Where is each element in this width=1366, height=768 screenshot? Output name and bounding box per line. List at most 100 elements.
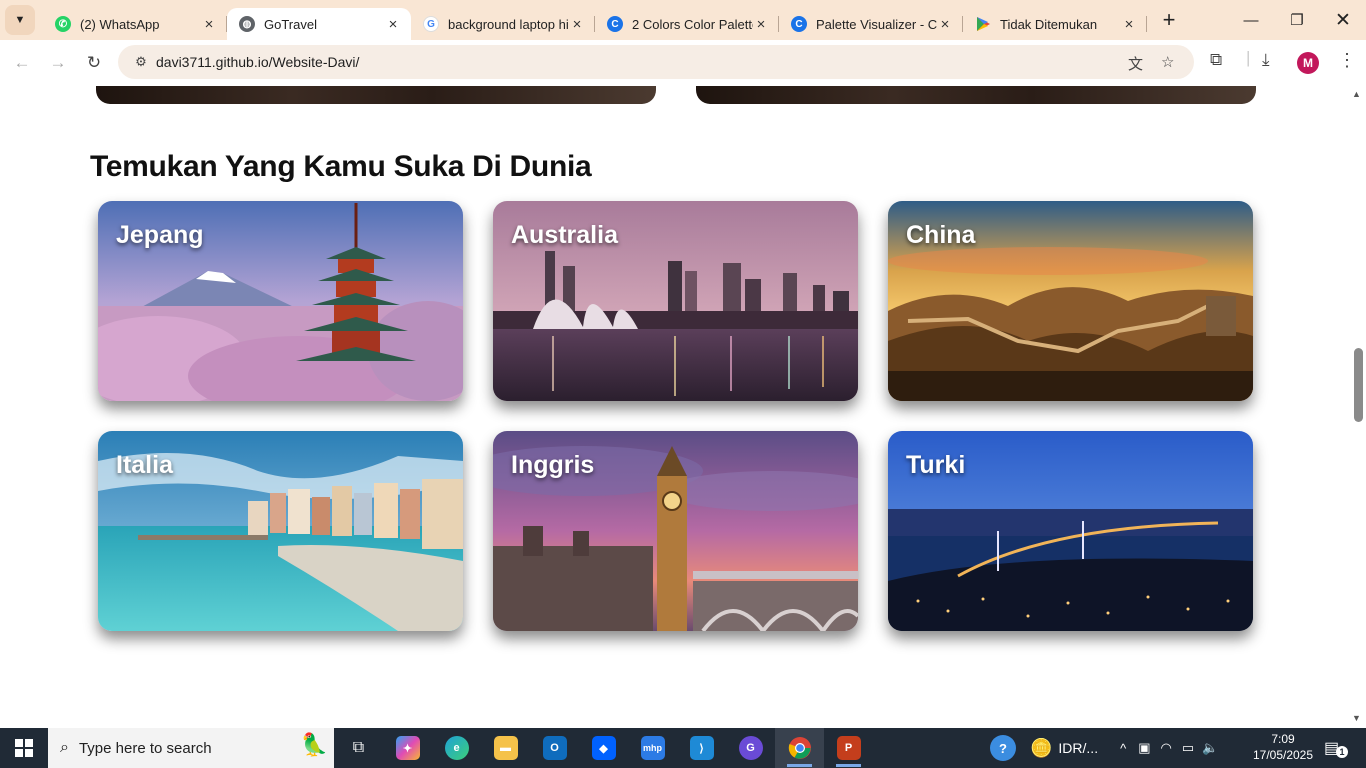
avatar[interactable]: M <box>1297 52 1319 74</box>
url-text[interactable]: davi3711.github.io/Website-Davi/ <box>156 54 359 70</box>
reload-icon: ↻ <box>86 53 102 72</box>
previous-section-image <box>96 86 656 104</box>
site-info-icon[interactable]: ⚙ <box>126 54 156 70</box>
clock-date: 17/05/2025 <box>1252 748 1314 762</box>
chrome-button[interactable] <box>775 728 824 768</box>
destination-label: Turki <box>906 451 966 479</box>
download-icon[interactable]: ⤓ <box>1262 50 1270 70</box>
destination-card-australia[interactable]: Australia <box>493 201 858 401</box>
currency-coins-icon: 🪙 <box>1030 737 1053 758</box>
powerpoint-button[interactable]: P <box>824 728 873 768</box>
scrollbar-thumb[interactable] <box>1354 348 1363 422</box>
help-icon[interactable]: ? <box>990 735 1016 761</box>
previous-section-image <box>696 86 1256 104</box>
scroll-up-icon[interactable]: ▲ <box>1352 89 1361 99</box>
destination-label: China <box>906 221 976 249</box>
folder-icon: ▬ <box>493 736 518 760</box>
destination-card-china[interactable]: China <box>888 201 1253 401</box>
close-icon[interactable]: × <box>201 16 217 33</box>
bookmark-star-icon[interactable]: ☆ <box>1161 53 1174 71</box>
search-icon: ⌕ <box>60 739 69 756</box>
plus-icon: + <box>1162 7 1176 32</box>
battery-icon[interactable]: ▭ <box>1182 740 1194 756</box>
destination-card-italia[interactable]: Italia <box>98 431 463 631</box>
play-icon <box>975 16 991 32</box>
close-window-button[interactable]: ✕ <box>1320 0 1366 40</box>
tab-background-laptop[interactable]: G background laptop hi × <box>411 8 595 40</box>
tab-title: 2 Colors Color Palette <box>632 16 753 32</box>
start-button[interactable] <box>0 728 48 768</box>
close-icon[interactable]: × <box>385 16 401 33</box>
close-icon[interactable]: × <box>1121 16 1137 33</box>
edge-button[interactable]: e <box>432 728 481 768</box>
destination-label: Italia <box>116 451 173 479</box>
destination-label: Inggris <box>511 451 595 479</box>
tab-whatsapp[interactable]: ✆ (2) WhatsApp × <box>43 8 227 40</box>
tab-title: (2) WhatsApp <box>80 16 160 32</box>
close-icon[interactable]: × <box>753 16 769 33</box>
whatsapp-icon: ✆ <box>55 16 71 32</box>
search-placeholder: Type here to search <box>78 739 212 757</box>
windows-icon <box>15 739 33 757</box>
copilot-button[interactable]: ✦ <box>383 728 432 768</box>
arrow-right-icon: → <box>49 53 67 72</box>
minimize-button[interactable]: — <box>1228 0 1274 40</box>
menu-icon[interactable]: ⋮ <box>1338 50 1356 71</box>
tab-tidak-ditemukan[interactable]: Tidak Ditemukan × <box>963 8 1147 40</box>
notification-badge: 1 <box>1336 746 1348 758</box>
app-g-button[interactable]: G <box>726 728 775 768</box>
destination-label: Jepang <box>116 221 204 249</box>
address-bar[interactable]: ⚙ davi3711.github.io/Website-Davi/ 文 ☆ <box>118 45 1194 79</box>
taskbar-search[interactable]: ⌕ Type here to search 🦜 <box>48 728 334 768</box>
destination-card-inggris[interactable]: Inggris <box>493 431 858 631</box>
edge-icon: e <box>444 736 469 760</box>
minimize-icon: — <box>1243 11 1259 29</box>
tab-palette-visualizer[interactable]: C Palette Visualizer - Co × <box>779 8 963 40</box>
close-icon[interactable]: × <box>569 16 585 33</box>
currency-widget[interactable]: IDR/... <box>1058 740 1098 756</box>
back-button[interactable]: ← <box>4 45 40 81</box>
toolbar-divider: | <box>1246 48 1251 67</box>
canva-icon: C <box>607 16 623 32</box>
chrome-icon <box>788 737 811 759</box>
translate-icon[interactable]: 文 <box>1128 53 1143 74</box>
dropbox-icon: ◆ <box>591 736 616 760</box>
wifi-icon[interactable]: ◠ <box>1161 740 1172 756</box>
close-icon[interactable]: × <box>937 16 953 33</box>
outlook-button[interactable]: O <box>530 728 579 768</box>
task-view-button[interactable]: ⧉ <box>334 728 383 768</box>
system-tray: ? 🪙 IDR/... ^ ▣ ◠ ▭ 🔈 <box>990 728 1228 768</box>
task-view-icon: ⧉ <box>352 739 365 756</box>
destination-card-jepang[interactable]: Jepang <box>98 201 463 401</box>
clock-time: 7:09 <box>1271 732 1295 746</box>
mhp-button[interactable]: mhp <box>628 728 677 768</box>
mhp-icon: mhp <box>640 736 665 760</box>
clock[interactable]: 7:09 17/05/2025 <box>1248 731 1318 763</box>
new-tab-button[interactable]: + <box>1155 6 1183 34</box>
tab-title: background laptop hi <box>448 16 569 32</box>
close-icon: ✕ <box>1335 9 1351 31</box>
extensions-icon[interactable]: ⧉ <box>1210 50 1222 70</box>
file-explorer-button[interactable]: ▬ <box>481 728 530 768</box>
scroll-down-icon[interactable]: ▼ <box>1352 713 1361 723</box>
forward-button[interactable]: → <box>40 45 76 81</box>
tab-gotravel[interactable]: ◍ GoTravel × <box>227 8 411 40</box>
arrow-left-icon: ← <box>13 53 31 72</box>
tab-color-palette[interactable]: C 2 Colors Color Palette × <box>595 8 779 40</box>
g-app-icon: G <box>738 736 763 760</box>
meet-now-icon[interactable]: ▣ <box>1138 740 1150 756</box>
destination-label: Australia <box>511 221 618 249</box>
dropbox-button[interactable]: ◆ <box>579 728 628 768</box>
volume-icon[interactable]: 🔈 <box>1202 740 1218 756</box>
vscode-button[interactable]: ⟩ <box>677 728 726 768</box>
page-viewport: Temukan Yang Kamu Suka Di Dunia Jepang A… <box>0 86 1366 728</box>
chevron-up-icon[interactable]: ^ <box>1120 741 1126 756</box>
google-icon: G <box>423 16 439 32</box>
tab-search-button[interactable]: ▼ <box>5 5 35 35</box>
canva-icon: C <box>791 16 807 32</box>
reload-button[interactable]: ↻ <box>76 45 112 81</box>
notifications-button[interactable]: ▤ 1 <box>1324 738 1348 758</box>
browser-toolbar: ← → ↻ ⚙ davi3711.github.io/Website-Davi/… <box>0 40 1366 86</box>
restore-button[interactable]: ❐ <box>1274 0 1320 40</box>
destination-card-turki[interactable]: Turki <box>888 431 1253 631</box>
